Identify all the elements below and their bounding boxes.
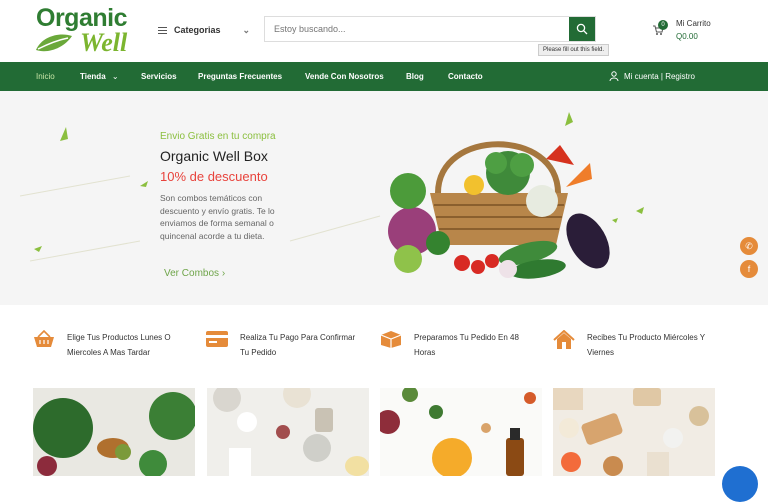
- ver-combos-link[interactable]: Ver Combos ›: [164, 268, 225, 279]
- category-card-eco-products[interactable]: [553, 388, 715, 476]
- ver-combos-label: Ver Combos: [164, 268, 220, 279]
- vegetables-image: [33, 388, 195, 476]
- home-icon: [553, 330, 575, 349]
- category-card-oils[interactable]: [380, 388, 542, 476]
- vegetable-basket-image: [388, 141, 610, 279]
- feature-item: Elige Tus Productos Lunes O Miercoles A …: [33, 330, 187, 360]
- nav-item-tienda[interactable]: Tienda ⌄: [80, 72, 119, 81]
- nav-item-blog[interactable]: Blog: [406, 72, 424, 81]
- feature-item: Realiza Tu Pago Para Confirmar Tu Pedido: [206, 330, 360, 360]
- hero-description: Son combos temáticos con descuento y env…: [160, 193, 275, 241]
- box-icon: [380, 331, 402, 348]
- site-header: Organic Well Categorias ⌄ Please fill ou…: [0, 0, 768, 62]
- basket-icon: [34, 330, 54, 347]
- hero-title: Organic Well Box: [160, 148, 268, 164]
- leaf-icon: [36, 34, 72, 52]
- search-input[interactable]: [265, 17, 569, 41]
- hero-discount: 10% de descuento: [160, 169, 268, 184]
- cart-widget[interactable]: 0 Mi Carrito Q0.00: [652, 18, 752, 44]
- main-nav: Inicio Tienda ⌄ Servicios Preguntas Frec…: [0, 62, 768, 91]
- search-icon: [576, 23, 588, 35]
- nav-item-contacto[interactable]: Contacto: [448, 72, 483, 81]
- hero-banner: Envio Gratis en tu compra Organic Well B…: [0, 91, 768, 305]
- personal-care-image: [207, 388, 369, 476]
- search-button[interactable]: [569, 17, 595, 41]
- cart-count-badge: 0: [658, 20, 668, 30]
- menu-icon: [158, 25, 167, 36]
- chat-button[interactable]: [722, 466, 758, 502]
- chevron-down-icon: ⌄: [111, 72, 119, 81]
- validation-tooltip: Please fill out this field.: [538, 44, 610, 56]
- categories-label: Categorias: [174, 25, 221, 35]
- nav-item-servicios[interactable]: Servicios: [141, 72, 177, 81]
- feature-text: Realiza Tu Pago Para Confirmar Tu Pedido: [240, 333, 356, 357]
- logo-text-well: Well: [80, 28, 128, 57]
- facebook-icon: f: [747, 264, 751, 274]
- nav-item-vende[interactable]: Vende Con Nosotros: [305, 72, 384, 81]
- eco-products-image: [553, 388, 715, 476]
- search-bar: [264, 16, 596, 42]
- nav-item-tienda-label: Tienda: [80, 72, 106, 81]
- cart-label: Mi Carrito: [676, 19, 711, 28]
- credit-card-icon: [206, 331, 228, 347]
- whatsapp-button[interactable]: ✆: [740, 237, 758, 255]
- features-strip: Elige Tus Productos Lunes O Miercoles A …: [0, 305, 768, 385]
- facebook-button[interactable]: f: [740, 260, 758, 278]
- chevron-down-icon: ⌄: [242, 24, 250, 35]
- hero-tagline: Envio Gratis en tu compra: [160, 131, 276, 142]
- category-card-personal-care[interactable]: [207, 388, 369, 476]
- nav-item-inicio[interactable]: Inicio: [36, 72, 55, 81]
- category-card-vegetables[interactable]: [33, 388, 195, 476]
- nav-item-faq[interactable]: Preguntas Frecuentes: [198, 72, 282, 81]
- cart-total: Q0.00: [676, 32, 698, 41]
- feature-text: Preparamos Tu Pedido En 48 Horas: [414, 333, 519, 357]
- whatsapp-icon: ✆: [745, 241, 753, 251]
- account-label: Mi cuenta | Registro: [624, 71, 695, 81]
- feature-text: Recibes Tu Producto Miércoles Y Viernes: [587, 333, 705, 357]
- categories-dropdown[interactable]: Categorias ⌄: [158, 20, 250, 40]
- feature-text: Elige Tus Productos Lunes O Miercoles A …: [67, 333, 171, 357]
- organic-well-logo[interactable]: Organic Well: [34, 4, 138, 57]
- feature-item: Recibes Tu Producto Miércoles Y Viernes: [553, 330, 707, 360]
- account-link[interactable]: Mi cuenta | Registro: [609, 71, 695, 81]
- category-cards: [0, 388, 768, 476]
- user-icon: [609, 71, 619, 81]
- essential-oils-image: [380, 388, 542, 476]
- chevron-right-icon: ›: [221, 268, 226, 279]
- feature-item: Preparamos Tu Pedido En 48 Horas: [380, 330, 534, 360]
